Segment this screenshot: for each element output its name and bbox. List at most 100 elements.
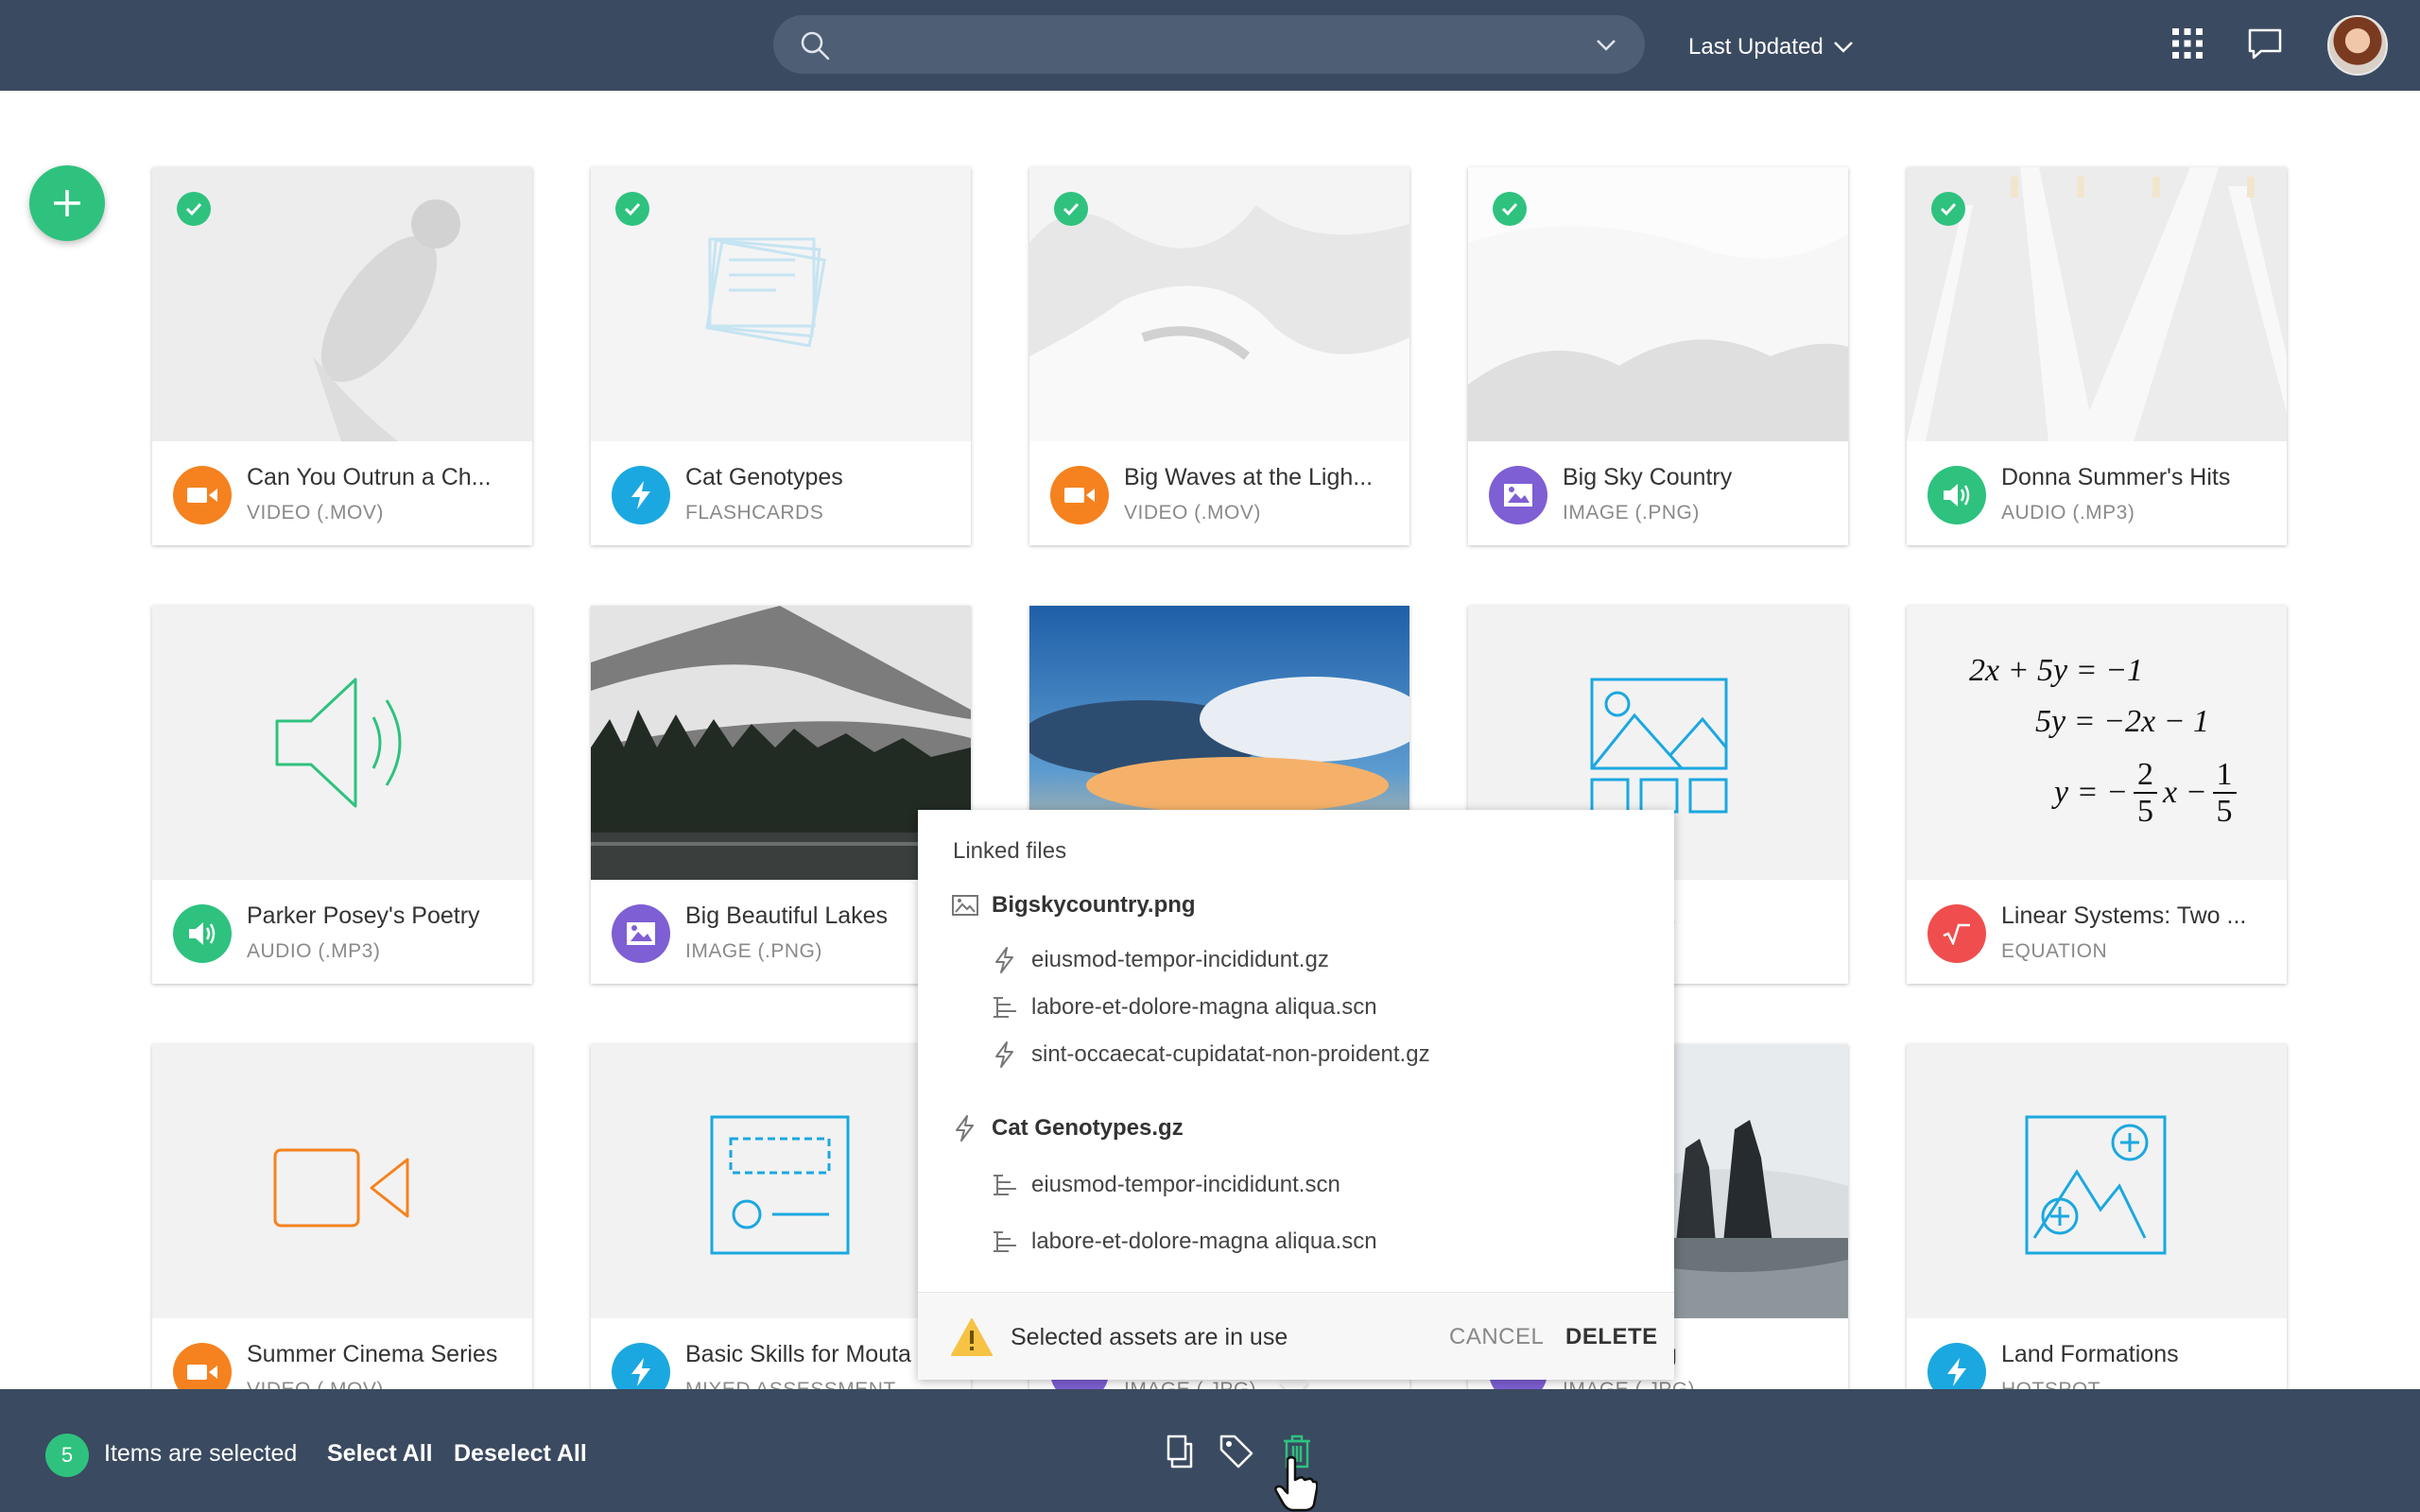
asset-card[interactable]: 2x + 5y = −1 5y = −2x − 1 y = − 2 5 x − … (1907, 606, 2287, 984)
card-title: Land Formations (2001, 1341, 2179, 1367)
copy-icon[interactable] (1161, 1433, 1199, 1470)
tag-icon[interactable] (1218, 1433, 1255, 1470)
asset-card[interactable]: Big Sky Country IMAGE (.PNG) (1468, 167, 1848, 545)
linked-file-group-name: Cat Genotypes.gz (992, 1115, 1184, 1141)
image-icon (952, 895, 978, 916)
deselect-all-button[interactable]: Deselect All (454, 1440, 587, 1468)
equation-mid: x − (2162, 775, 2207, 811)
add-button[interactable] (29, 165, 105, 241)
linked-file-name: sint-occaecat-cupidatat-non-proident.gz (1031, 1041, 1430, 1067)
cancel-button[interactable]: CANCEL (1449, 1324, 1544, 1350)
selected-check-icon[interactable] (615, 192, 649, 226)
plus-icon (54, 190, 80, 216)
card-title: Cat Genotypes (685, 464, 843, 490)
speaker-icon (173, 904, 232, 963)
selected-check-icon[interactable] (1493, 192, 1527, 226)
card-type: IMAGE (.PNG) (1563, 502, 1700, 524)
asset-card[interactable]: Summer Cinema Series VIDEO (.MOV) (152, 1044, 532, 1422)
warning-icon (951, 1318, 993, 1356)
linked-file-name: eiusmod-tempor-incididunt.scn (1031, 1172, 1340, 1197)
lightning-icon (995, 1041, 1013, 1068)
card-type: AUDIO (.MP3) (2001, 502, 2135, 524)
apps-grid-icon[interactable] (2169, 25, 2206, 62)
linked-file-group[interactable]: Bigskycountry.png (950, 886, 1196, 924)
asset-card[interactable]: Big Waves at the Ligh... VIDEO (.MOV) (1029, 167, 1409, 545)
selected-count-badge: 5 (45, 1434, 89, 1477)
linked-file-item[interactable]: eiusmod-tempor-incididunt.gz (990, 941, 1329, 979)
card-thumbnail (152, 1044, 532, 1318)
fraction: 1 5 (2212, 757, 2237, 830)
avatar[interactable] (2327, 15, 2388, 76)
search-icon[interactable] (800, 30, 830, 60)
search-input[interactable] (841, 26, 1579, 62)
asset-card[interactable]: Donna Summer's Hits AUDIO (.MP3) (1907, 167, 2287, 545)
linked-file-item[interactable]: eiusmod-tempor-incididunt.scn (990, 1166, 1340, 1204)
linked-file-name: labore-et-dolore-magna aliqua.scn (1031, 994, 1377, 1020)
linked-file-group[interactable]: Cat Genotypes.gz (950, 1109, 1184, 1147)
select-all-button[interactable]: Select All (327, 1440, 433, 1468)
hand-cursor-icon (1274, 1455, 1318, 1512)
selection-status: Items are selected (104, 1440, 298, 1467)
card-type: IMAGE (.PNG) (685, 940, 822, 962)
card-title: Big Sky Country (1563, 464, 1733, 490)
asset-card[interactable]: Basic Skills for Mouta MIXED ASSESSMENT (591, 1044, 971, 1422)
card-type: VIDEO (.MOV) (1124, 502, 1261, 524)
sort-label: Last Updated (1688, 34, 1824, 60)
selected-check-icon[interactable] (1054, 192, 1088, 226)
popover-footer: Selected assets are in use CANCEL DELETE (918, 1292, 1674, 1380)
linked-file-group-name: Bigskycountry.png (992, 892, 1196, 918)
card-title: Big Waves at the Ligh... (1124, 464, 1374, 490)
search-field[interactable] (773, 15, 1645, 74)
card-type: FLASHCARDS (685, 502, 824, 524)
fraction-numerator: 2 (2133, 757, 2157, 795)
sort-dropdown[interactable]: Last Updated (1688, 30, 1854, 64)
card-thumbnail: 2x + 5y = −1 5y = −2x − 1 y = − 2 5 x − … (1907, 606, 2287, 880)
top-bar: Last Updated (0, 0, 2420, 91)
fraction-numerator: 1 (2212, 757, 2237, 795)
card-type: EQUATION (2001, 940, 2108, 962)
card-type: VIDEO (.MOV) (247, 502, 384, 524)
equation-lhs: y = − (2054, 775, 2128, 811)
scene-icon (994, 1231, 1016, 1252)
video-icon (1050, 466, 1109, 524)
linked-file-name: eiusmod-tempor-incididunt.gz (1031, 947, 1329, 972)
asset-card[interactable]: Cat Genotypes FLASHCARDS (591, 167, 971, 545)
video-icon (173, 466, 232, 524)
equation-line: 2x + 5y = −1 (1969, 653, 2144, 688)
selected-check-icon[interactable] (1931, 192, 1965, 226)
lightning-icon (956, 1115, 974, 1142)
asset-card[interactable]: Can You Outrun a Ch... VIDEO (.MOV) (152, 167, 532, 545)
equation-line: y = − 2 5 x − 1 5 (2054, 757, 2237, 830)
delete-button[interactable]: DELETE (1565, 1324, 1658, 1350)
chat-icon[interactable] (2246, 25, 2284, 62)
selected-check-icon[interactable] (177, 192, 211, 226)
image-icon (612, 904, 670, 963)
chevron-down-icon (1833, 42, 1853, 53)
warning-message: Selected assets are in use (1011, 1324, 1288, 1350)
card-type: AUDIO (.MP3) (247, 940, 381, 962)
card-title: Summer Cinema Series (247, 1341, 498, 1367)
lightning-icon (995, 947, 1013, 973)
fraction: 2 5 (2133, 757, 2157, 830)
card-thumbnail (591, 606, 971, 880)
chevron-down-icon[interactable] (1596, 35, 1616, 54)
asset-card[interactable]: Land Formations HOTSPOT (1907, 1044, 2287, 1422)
equation-preview: 2x + 5y = −1 5y = −2x − 1 y = − 2 5 x − … (1907, 606, 2287, 880)
card-thumbnail (591, 1044, 971, 1318)
linked-file-item[interactable]: labore-et-dolore-magna aliqua.scn (990, 1223, 1377, 1261)
linked-file-name: labore-et-dolore-magna aliqua.scn (1031, 1228, 1377, 1254)
asset-card[interactable]: Parker Posey's Poetry AUDIO (.MP3) (152, 606, 532, 984)
card-title: Linear Systems: Two ... (2001, 902, 2247, 929)
scene-icon (994, 997, 1016, 1018)
image-icon (1489, 466, 1547, 524)
asset-card[interactable]: Big Beautiful Lakes IMAGE (.PNG) (591, 606, 971, 984)
popover-heading: Linked files (953, 838, 1067, 864)
card-thumbnail (1907, 1044, 2287, 1318)
linked-file-item[interactable]: labore-et-dolore-magna aliqua.scn (990, 988, 1377, 1026)
scene-icon (994, 1175, 1016, 1195)
card-title: Parker Posey's Poetry (247, 902, 480, 929)
card-title: Donna Summer's Hits (2001, 464, 2231, 490)
speaker-icon (1927, 466, 1986, 524)
equation-line: 5y = −2x − 1 (2035, 704, 2210, 739)
linked-file-item[interactable]: sint-occaecat-cupidatat-non-proident.gz (990, 1036, 1430, 1074)
